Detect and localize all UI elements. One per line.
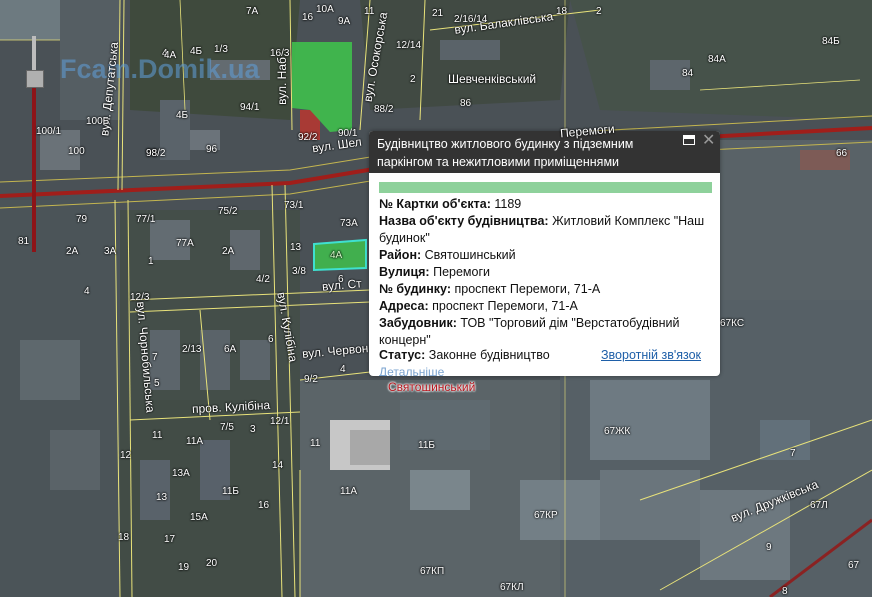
watermark-logo: Fcam.Domik.ua — [60, 54, 260, 84]
field-value: Святошинський — [424, 248, 516, 262]
close-icon[interactable]: ✕ — [702, 132, 715, 150]
zoom-slider-handle[interactable] — [26, 70, 44, 88]
field-row-district: Район: Святошинський — [379, 247, 714, 264]
field-row-developer: Забудовник: ТОВ "Торговий дім "Верстатоб… — [379, 315, 714, 349]
zoom-control[interactable] — [22, 36, 46, 252]
map-view[interactable]: Fcam.Domik.ua Шевченківський Святошинськ… — [0, 0, 872, 597]
field-row-street: Вулиця: Перемоги — [379, 264, 714, 281]
field-label: № Картки об'єкта: — [379, 197, 491, 211]
field-value: проспект Перемоги, 71-А — [454, 282, 601, 296]
zoom-slider-track[interactable] — [32, 76, 36, 252]
field-label: Вулиця: — [379, 265, 430, 279]
status-color-bar — [379, 182, 712, 193]
field-value: Перемоги — [433, 265, 491, 279]
maximize-icon[interactable] — [683, 135, 695, 145]
field-row-building-number: № будинку: проспект Перемоги, 71-А — [379, 281, 714, 298]
zoom-track-top — [32, 36, 36, 70]
field-row-object-name: Назва об'єкту будівництва: Житловий Комп… — [379, 213, 714, 247]
field-value: проспект Перемоги, 71-А — [432, 299, 578, 313]
popup-fields: № Картки об'єкта: 1189 Назва об'єкту буд… — [379, 196, 714, 349]
field-row-address: Адреса: проспект Перемоги, 71-А — [379, 298, 714, 315]
field-value: 1189 — [494, 197, 522, 211]
field-label: Район: — [379, 248, 422, 262]
field-label: Адреса: — [379, 299, 429, 313]
details-link[interactable]: Детальніше — [379, 365, 444, 376]
object-info-popup: Будівництво житлового будинку з підземни… — [369, 131, 720, 376]
field-label: № будинку: — [379, 282, 451, 296]
popup-header: Будівництво житлового будинку з підземни… — [369, 131, 720, 173]
field-label: Статус: — [379, 348, 426, 362]
field-value: Законне будівництво — [428, 348, 550, 362]
field-row-status: Статус: Законне будівництво — [379, 348, 550, 362]
feedback-link[interactable]: Зворотній зв'язок — [601, 348, 701, 362]
field-row-card-number: № Картки об'єкта: 1189 — [379, 196, 714, 213]
field-label: Забудовник: — [379, 316, 457, 330]
popup-title: Будівництво житлового будинку з підземни… — [377, 137, 634, 169]
field-label: Назва об'єкту будівництва: — [379, 214, 549, 228]
